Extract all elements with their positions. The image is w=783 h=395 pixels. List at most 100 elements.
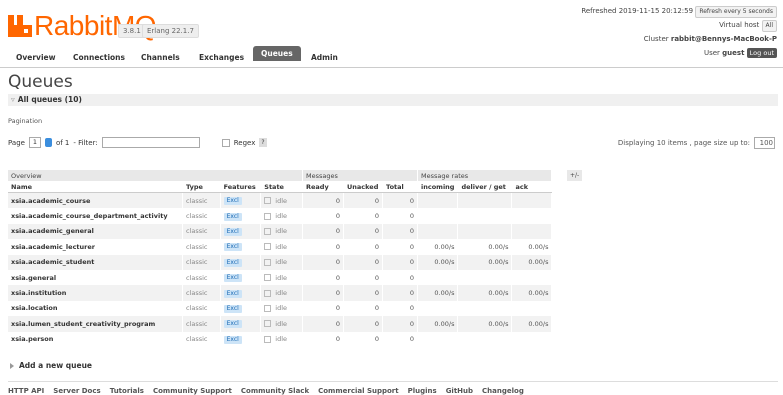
footer-link-changelog[interactable]: Changelog: [482, 387, 524, 395]
table-row: xsia.academic_lecturer classic Excl idle 0 0 0…: [8, 239, 553, 255]
exclusive-badge: Excl: [223, 197, 242, 206]
ack-rate: [511, 300, 553, 317]
columns-toggle-button[interactable]: +/-: [567, 170, 583, 181]
queue-name-link[interactable]: xsia.person: [8, 331, 183, 347]
col-name[interactable]: Name: [8, 181, 183, 193]
queue-name-link[interactable]: xsia.academic_course: [8, 192, 183, 209]
tab-admin[interactable]: Admin: [305, 50, 344, 65]
col-incoming[interactable]: incoming: [417, 181, 459, 193]
total-count: 0: [382, 269, 418, 286]
queue-name-link[interactable]: xsia.academic_course_department_activity: [8, 208, 183, 224]
total-count: 0: [382, 208, 418, 224]
col-deliver-get[interactable]: deliver / get: [457, 181, 513, 193]
features-cell: Excl: [220, 223, 262, 240]
footer-link-http-api[interactable]: HTTP API: [8, 387, 44, 395]
regex-help-icon[interactable]: ?: [259, 138, 267, 147]
all-queues-section-toggle[interactable]: ▿ All queues (10): [8, 94, 778, 106]
features-cell: Excl: [220, 300, 262, 317]
col-features[interactable]: Features: [220, 181, 262, 193]
col-ready[interactable]: Ready: [302, 181, 344, 193]
table-row: xsia.institution classic Excl idle 0 0 0 0.00/s…: [8, 285, 553, 301]
state-idle-icon: [264, 212, 272, 220]
total-count: 0: [382, 239, 418, 255]
exclusive-badge: Excl: [223, 274, 242, 283]
tab-exchanges[interactable]: Exchanges: [193, 50, 250, 65]
features-cell: Excl: [220, 269, 262, 286]
main-nav: Overview Connections Channels Exchanges …: [0, 46, 783, 68]
col-total[interactable]: Total: [382, 181, 418, 193]
queue-name-link[interactable]: xsia.location: [8, 300, 183, 317]
col-ack[interactable]: ack: [511, 181, 553, 193]
table-row: xsia.person classic Excl idle 0 0 0: [8, 331, 553, 347]
tab-overview[interactable]: Overview: [10, 50, 62, 65]
queue-name-link[interactable]: xsia.academic_general: [8, 223, 183, 240]
col-type[interactable]: Type: [182, 181, 221, 193]
deliver-get-rate: [457, 208, 513, 224]
state-idle-icon: [264, 243, 272, 251]
exclusive-badge: Excl: [223, 320, 242, 329]
state-cell: idle: [260, 254, 303, 270]
footer-link-commercial-support[interactable]: Commercial Support: [318, 387, 399, 395]
state-cell: idle: [260, 223, 303, 240]
state-cell: idle: [260, 300, 303, 317]
exclusive-badge: Excl: [223, 335, 242, 344]
unacked-count: 0: [343, 223, 383, 240]
filter-input[interactable]: [101, 137, 200, 148]
refresh-select[interactable]: Refresh every 5 seconds: [695, 6, 777, 18]
ready-count: 0: [302, 239, 344, 255]
incoming-rate: [417, 208, 459, 224]
state-text: idle: [275, 304, 288, 313]
footer-link-server-docs[interactable]: Server Docs: [53, 387, 100, 395]
tab-channels[interactable]: Channels: [135, 50, 186, 65]
queue-name-link[interactable]: xsia.lumen_student_creativity_program: [8, 316, 183, 332]
footer-link-tutorials[interactable]: Tutorials: [110, 387, 144, 395]
incoming-rate: 0.00/s: [417, 254, 459, 270]
footer-link-community-support[interactable]: Community Support: [153, 387, 232, 395]
total-count: 0: [382, 223, 418, 240]
footer-link-community-slack[interactable]: Community Slack: [241, 387, 309, 395]
incoming-rate: [417, 269, 459, 286]
state-idle-icon: [264, 335, 272, 343]
state-cell: idle: [260, 239, 303, 255]
page-select[interactable]: 1: [28, 137, 41, 148]
deliver-get-rate: [457, 269, 513, 286]
footer-link-plugins[interactable]: Plugins: [408, 387, 437, 395]
deliver-get-rate: 0.00/s: [457, 285, 513, 301]
queue-name-link[interactable]: xsia.academic_lecturer: [8, 239, 183, 255]
add-queue-toggle[interactable]: Add a new queue: [10, 361, 92, 370]
col-unacked[interactable]: Unacked: [343, 181, 383, 193]
incoming-rate: 0.00/s: [417, 239, 459, 255]
page-select-arrow-icon[interactable]: [44, 138, 52, 147]
unacked-count: 0: [343, 316, 383, 332]
state-cell: idle: [260, 331, 303, 347]
queue-name-link[interactable]: xsia.general: [8, 269, 183, 286]
state-idle-icon: [264, 289, 272, 297]
regex-checkbox[interactable]: [221, 138, 230, 147]
tab-connections[interactable]: Connections: [67, 50, 131, 65]
page-size-input[interactable]: 100: [754, 137, 775, 149]
unacked-count: 0: [343, 331, 383, 347]
ready-count: 0: [302, 331, 344, 347]
total-count: 0: [382, 316, 418, 332]
group-messages: Messages: [302, 170, 418, 181]
table-row: xsia.academic_course_department_activity…: [8, 208, 553, 224]
footer-link-github[interactable]: GitHub: [446, 387, 473, 395]
queue-name-link[interactable]: xsia.academic_student: [8, 254, 183, 270]
vhost-select[interactable]: All: [761, 20, 777, 32]
col-state[interactable]: State: [260, 181, 303, 193]
tab-queues[interactable]: Queues: [253, 46, 301, 61]
total-count: 0: [382, 285, 418, 301]
features-cell: Excl: [220, 239, 262, 255]
ack-rate: [511, 208, 553, 224]
features-cell: Excl: [220, 254, 262, 270]
state-cell: idle: [260, 269, 303, 286]
unacked-count: 0: [343, 208, 383, 224]
deliver-get-rate: [457, 223, 513, 240]
deliver-get-rate: 0.00/s: [457, 316, 513, 332]
state-idle-icon: [264, 227, 272, 235]
add-queue-label: Add a new queue: [19, 361, 93, 370]
queues-table: Overview Messages Message rates Name Typ…: [8, 170, 553, 347]
deliver-get-rate: 0.00/s: [457, 239, 513, 255]
queue-name-link[interactable]: xsia.institution: [8, 285, 183, 301]
total-count: 0: [382, 300, 418, 317]
